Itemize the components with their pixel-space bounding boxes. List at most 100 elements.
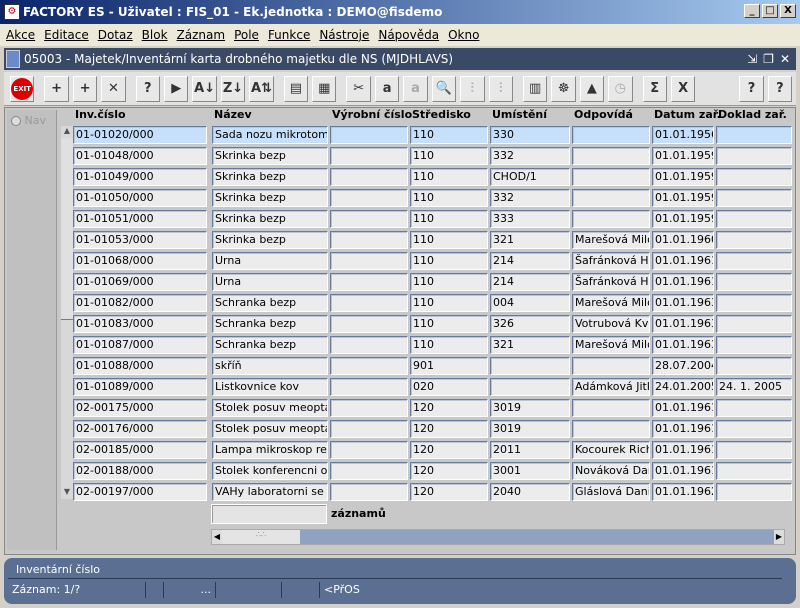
cell-datum-zar[interactable]: 01.01.1961 <box>652 252 714 270</box>
help-button[interactable]: ? <box>739 75 764 102</box>
exit-button[interactable]: EXIT <box>10 75 35 102</box>
cell-inv-cislo[interactable]: 02-00185/000 <box>73 441 207 459</box>
scroll-thumb-horizontal[interactable]: ∴∴ <box>222 530 300 544</box>
cell-datum-zar[interactable]: 01.01.1961 <box>652 441 714 459</box>
cell-stredisko[interactable]: 110 <box>410 126 488 144</box>
cell-vyrobni-cislo[interactable] <box>330 483 408 501</box>
cell-odpovida[interactable] <box>572 210 650 228</box>
cell-doklad-zar[interactable] <box>716 336 792 354</box>
cell-stredisko[interactable]: 110 <box>410 336 488 354</box>
cell-umisteni[interactable]: 332 <box>490 147 570 165</box>
cell-umisteni[interactable]: 321 <box>490 231 570 249</box>
cell-stredisko[interactable]: 110 <box>410 231 488 249</box>
column-header-stredisko[interactable]: Středisko <box>412 108 471 121</box>
cell-nazev[interactable]: Urna <box>212 273 328 291</box>
cell-umisteni[interactable]: 332 <box>490 189 570 207</box>
cell-datum-zar[interactable]: 01.01.1961 <box>652 399 714 417</box>
cell-odpovida[interactable]: Marešová Milosl <box>572 336 650 354</box>
cell-stredisko[interactable]: 020 <box>410 378 488 396</box>
cell-nazev[interactable]: Schranka bezp <box>212 294 328 312</box>
cell-odpovida[interactable] <box>572 357 650 375</box>
column-header-doklad-zar[interactable]: Doklad zař. <box>718 108 787 121</box>
cell-vyrobni-cislo[interactable] <box>330 294 408 312</box>
scroll-thumb[interactable] <box>61 138 73 320</box>
menu-pole[interactable]: Pole <box>234 28 259 42</box>
cell-inv-cislo[interactable]: 01-01051/000 <box>73 210 207 228</box>
cell-inv-cislo[interactable]: 02-00197/000 <box>73 483 207 501</box>
clock-button[interactable]: ◷ <box>608 75 633 102</box>
cell-datum-zar[interactable]: 01.01.1963 <box>652 294 714 312</box>
cell-inv-cislo[interactable]: 01-01050/000 <box>73 189 207 207</box>
cell-doklad-zar[interactable] <box>716 357 792 375</box>
cell-umisteni[interactable]: 004 <box>490 294 570 312</box>
cell-datum-zar[interactable]: 01.01.1959 <box>652 168 714 186</box>
cell-nazev[interactable]: Listkovnice kov <box>212 378 328 396</box>
cell-umisteni[interactable]: 3019 <box>490 420 570 438</box>
search-button[interactable]: 🔍 <box>431 75 457 102</box>
paste-button[interactable]: a <box>403 75 428 102</box>
cell-inv-cislo[interactable]: 01-01087/000 <box>73 336 207 354</box>
cell-doklad-zar[interactable] <box>716 189 792 207</box>
cell-vyrobni-cislo[interactable] <box>330 441 408 459</box>
minimize-form-icon[interactable]: ⇲ <box>747 52 757 66</box>
cell-datum-zar[interactable]: 01.01.1956 <box>652 126 714 144</box>
cell-doklad-zar[interactable] <box>716 420 792 438</box>
cell-nazev[interactable]: Lampa mikroskop reiche <box>212 441 328 459</box>
cell-doklad-zar[interactable] <box>716 126 792 144</box>
cell-doklad-zar[interactable] <box>716 441 792 459</box>
cell-stredisko[interactable]: 110 <box>410 189 488 207</box>
cell-doklad-zar[interactable] <box>716 252 792 270</box>
cell-umisteni[interactable]: 3019 <box>490 399 570 417</box>
cell-umisteni[interactable]: 321 <box>490 336 570 354</box>
cell-odpovida[interactable]: Marešová Milosl <box>572 231 650 249</box>
cell-vyrobni-cislo[interactable] <box>330 420 408 438</box>
cell-datum-zar[interactable]: 01.01.1961 <box>652 273 714 291</box>
menu-akce[interactable]: Akce <box>6 28 35 42</box>
cell-odpovida[interactable]: Marešová Milosl <box>572 294 650 312</box>
cell-datum-zar[interactable]: 01.01.1963 <box>652 336 714 354</box>
column-left-button[interactable]: ⫶ <box>460 75 485 102</box>
column-header-datum-zar[interactable]: Datum zař. <box>654 108 721 121</box>
cell-datum-zar[interactable]: 01.01.1959 <box>652 147 714 165</box>
close-form-icon[interactable]: ✕ <box>780 52 790 66</box>
cell-inv-cislo[interactable]: 01-01049/000 <box>73 168 207 186</box>
cell-nazev[interactable]: Skrinka bezp <box>212 189 328 207</box>
add-record-button[interactable]: + <box>72 75 98 102</box>
cell-nazev[interactable]: Schranka bezp <box>212 336 328 354</box>
cell-umisteni[interactable]: 214 <box>490 273 570 291</box>
vertical-scrollbar[interactable]: ▲ ▼ <box>61 126 73 499</box>
cell-inv-cislo[interactable]: 01-01053/000 <box>73 231 207 249</box>
cell-nazev[interactable]: Skrinka bezp <box>212 210 328 228</box>
cell-stredisko[interactable]: 110 <box>410 147 488 165</box>
cell-inv-cislo[interactable]: 01-01089/000 <box>73 378 207 396</box>
cell-vyrobni-cislo[interactable] <box>330 147 408 165</box>
cell-datum-zar[interactable]: 24.01.2005 <box>652 378 714 396</box>
cell-stredisko[interactable]: 110 <box>410 273 488 291</box>
cell-odpovida[interactable]: Nováková Danie <box>572 462 650 480</box>
execute-query-button[interactable]: ▶ <box>164 75 189 102</box>
cell-doklad-zar[interactable] <box>716 210 792 228</box>
cell-doklad-zar[interactable] <box>716 168 792 186</box>
cell-nazev[interactable]: Stolek posuv meopta <box>212 399 328 417</box>
cell-stredisko[interactable]: 110 <box>410 168 488 186</box>
cell-nazev[interactable]: Skrinka bezp <box>212 147 328 165</box>
cell-vyrobni-cislo[interactable] <box>330 315 408 333</box>
column-header-inv-cislo[interactable]: Inv.číslo <box>75 108 126 121</box>
cell-datum-zar[interactable]: 01.01.1959 <box>652 189 714 207</box>
cell-inv-cislo[interactable]: 01-01020/000 <box>73 126 207 144</box>
cell-stredisko[interactable]: 120 <box>410 420 488 438</box>
cell-datum-zar[interactable]: 01.01.1962 <box>652 483 714 501</box>
cell-stredisko[interactable]: 120 <box>410 399 488 417</box>
cell-nazev[interactable]: skříň <box>212 357 328 375</box>
cell-nazev[interactable]: VAHy laboratorni se sk <box>212 483 328 501</box>
menu-funkce[interactable]: Funkce <box>268 28 310 42</box>
multi-sort-button[interactable]: A⇅ <box>249 75 274 102</box>
cell-datum-zar[interactable]: 01.01.1959 <box>652 210 714 228</box>
cell-doklad-zar[interactable] <box>716 273 792 291</box>
cell-inv-cislo[interactable]: 01-01088/000 <box>73 357 207 375</box>
menu-nápověda[interactable]: Nápověda <box>378 28 439 42</box>
sum-button[interactable]: Σ <box>642 75 667 102</box>
maximize-button[interactable]: □ <box>762 4 778 18</box>
cell-doklad-zar[interactable]: 24. 1. 2005 <box>716 378 792 396</box>
cell-doklad-zar[interactable] <box>716 231 792 249</box>
